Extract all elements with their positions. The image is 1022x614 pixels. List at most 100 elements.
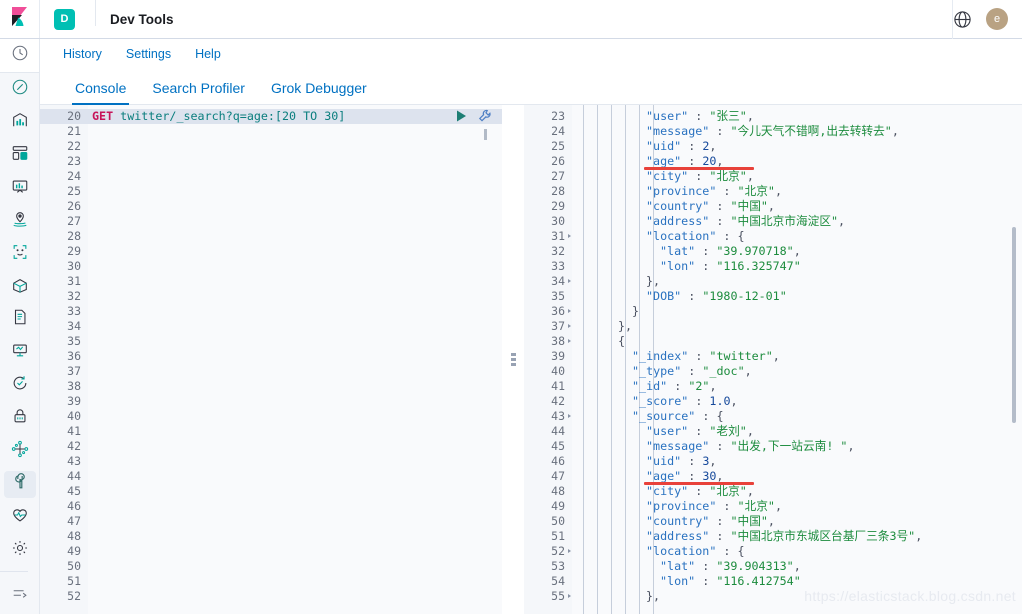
fold-triangle-icon[interactable] xyxy=(568,309,571,313)
globe-icon[interactable] xyxy=(953,10,972,29)
age-20-underline xyxy=(644,167,754,170)
code-token: } xyxy=(632,304,640,318)
code-token: "张三" xyxy=(709,109,747,123)
sidebar-item-graph[interactable] xyxy=(0,435,39,468)
code-token: "中国北京市海淀区" xyxy=(730,214,839,228)
sidebar-item-dev-tools[interactable] xyxy=(0,468,39,501)
settings-link[interactable]: Settings xyxy=(126,47,171,61)
code-token: "1980-12-01" xyxy=(702,289,787,303)
code-token: "中国" xyxy=(730,514,768,528)
line-number: 31 xyxy=(524,229,572,244)
line-number: 32 xyxy=(67,289,81,303)
rail-bottom-group xyxy=(0,567,39,614)
code-token: "province" xyxy=(646,499,717,513)
request-editor[interactable]: 20 21 22 23 24 25 26 27 28 29 30 31 32 33 34 35 36 37 38 39… xyxy=(40,105,502,614)
history-link[interactable]: History xyxy=(63,47,102,61)
response-editor[interactable]: 23 24 25 26 27 28 29 30 31 32 33 34 35 36 37 38 39 40 41 42… xyxy=(524,105,1022,614)
line-number: 50 xyxy=(551,514,565,528)
wrench-icon[interactable] xyxy=(478,109,492,123)
code-token: , xyxy=(774,184,782,198)
code-token: "39.970718" xyxy=(716,244,794,258)
dashboard-grid-icon xyxy=(11,144,29,167)
sidebar-item-recently-viewed[interactable] xyxy=(0,39,39,73)
sidebar-item-maps[interactable] xyxy=(0,205,39,238)
kibana-home-button[interactable] xyxy=(0,0,40,38)
top-header-bar: D Dev Tools e xyxy=(0,0,1022,39)
code-token: : xyxy=(695,244,717,258)
code-line: "uid" : 3, xyxy=(572,454,1022,469)
code-line: "_score" : 1.0, xyxy=(572,394,1022,409)
tab-grok-debugger[interactable]: Grok Debugger xyxy=(258,80,380,104)
sidebar-collapse-button[interactable] xyxy=(0,576,39,614)
line-number: 37 xyxy=(524,319,572,334)
line-number: 29 xyxy=(551,199,565,213)
sidebar-item-management[interactable] xyxy=(0,534,39,567)
code-token: "_index" xyxy=(632,349,689,363)
code-line: "province" : "北京", xyxy=(572,499,1022,514)
avatar[interactable]: e xyxy=(986,8,1008,30)
code-token: "address" xyxy=(646,214,710,228)
lock-icon xyxy=(11,407,29,430)
document-icon xyxy=(11,308,29,331)
sidebar-item-logs[interactable] xyxy=(0,304,39,337)
line-number: 40 xyxy=(551,364,565,378)
request-code-area[interactable]: GET twitter/_search?q=age:[20 TO 30] xyxy=(88,105,502,614)
code-token: , xyxy=(709,379,717,393)
sidebar-item-apm[interactable] xyxy=(0,336,39,369)
pane-splitter[interactable] xyxy=(502,105,524,614)
code-token: "uid" xyxy=(646,454,682,468)
response-code-area[interactable]: "user" : "张三", "message" : "今儿天气不错啊,出去转转去… xyxy=(572,105,1022,614)
fold-triangle-icon[interactable] xyxy=(568,594,571,598)
code-token: : xyxy=(709,439,731,453)
sidebar-item-dashboard[interactable] xyxy=(0,139,39,172)
code-token: "uid" xyxy=(646,139,682,153)
line-number: 44 xyxy=(67,469,81,483)
line-number: 48 xyxy=(551,484,565,498)
help-link[interactable]: Help xyxy=(195,47,221,61)
tab-search-profiler[interactable]: Search Profiler xyxy=(139,80,258,104)
sidebar-item-infrastructure[interactable] xyxy=(0,271,39,304)
code-token: "location" xyxy=(646,229,717,243)
fold-triangle-icon[interactable] xyxy=(568,324,571,328)
sidebar-item-monitoring[interactable] xyxy=(0,501,39,534)
response-scrollbar[interactable] xyxy=(1012,227,1016,423)
console-submenu: History Settings Help xyxy=(40,39,1022,68)
line-number: 49 xyxy=(67,544,81,558)
text-cursor xyxy=(484,129,487,140)
play-icon[interactable] xyxy=(454,109,468,123)
app-switcher-button[interactable]: D xyxy=(40,0,87,38)
code-token: "2" xyxy=(688,379,710,393)
fold-triangle-icon[interactable] xyxy=(568,234,571,238)
fold-triangle-icon[interactable] xyxy=(568,279,571,283)
sidebar-item-machine-learning[interactable] xyxy=(0,238,39,271)
code-token: : { xyxy=(716,229,745,243)
code-token: "中国" xyxy=(730,199,768,213)
line-number: 32 xyxy=(551,244,565,258)
sidebar-item-canvas[interactable] xyxy=(0,172,39,205)
line-number: 34 xyxy=(67,319,81,333)
line-number: 49 xyxy=(551,499,565,513)
line-number: 26 xyxy=(67,199,81,213)
sidebar-item-discover[interactable] xyxy=(0,73,39,106)
code-token: "lon" xyxy=(660,574,696,588)
fold-triangle-icon[interactable] xyxy=(568,414,571,418)
sidebar-item-uptime[interactable] xyxy=(0,369,39,402)
tab-console[interactable]: Console xyxy=(62,80,139,105)
code-line: }, xyxy=(572,274,1022,289)
fold-triangle-icon[interactable] xyxy=(568,549,571,553)
sidebar-item-siem[interactable] xyxy=(0,402,39,435)
code-token: : xyxy=(709,124,731,138)
line-number: 35 xyxy=(67,334,81,348)
code-token: }, xyxy=(646,589,661,603)
header-right-actions: e xyxy=(953,0,1022,38)
sidebar-item-visualize[interactable] xyxy=(0,106,39,139)
line-number: 40 xyxy=(67,409,81,423)
fold-triangle-icon[interactable] xyxy=(568,339,571,343)
